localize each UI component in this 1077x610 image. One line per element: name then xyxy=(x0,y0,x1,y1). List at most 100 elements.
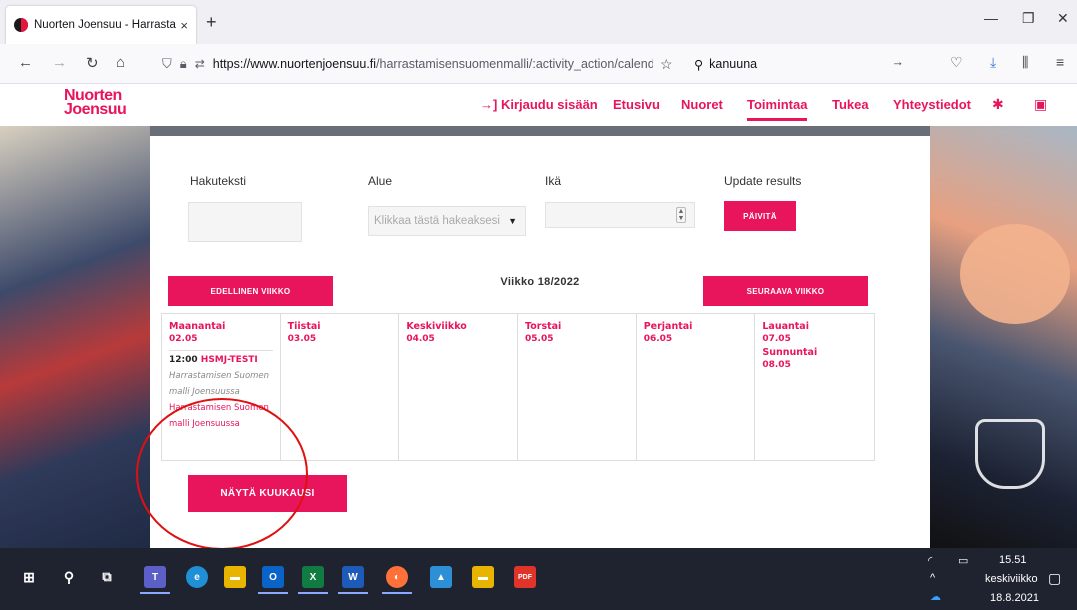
running-indicator xyxy=(258,592,288,594)
notifications-icon[interactable]: ▢ xyxy=(1048,570,1061,587)
clock-day[interactable]: keskiviikko xyxy=(985,573,1038,585)
login-link[interactable]: →] Kirjaudu sisään xyxy=(480,97,598,112)
lock-icon[interactable]: 🔒︎ xyxy=(180,56,187,72)
address-bar[interactable]: ⛉ 🔒︎ ⇄ https://www.nuortenjoensuu.fi/har… xyxy=(162,50,682,78)
site-header: Nuorten Joensuu →] Kirjaudu sisään Etusi… xyxy=(0,84,1077,126)
reload-icon[interactable]: ↻ xyxy=(86,54,99,72)
event-entry[interactable]: 12:00 HSMJ-TESTI xyxy=(169,350,273,366)
windows-taskbar: ⊞ ⚲ ⧉ T e ▬ O X W ◐ ▲ ▬ PDF ^ ◜ ▭ ☁ 15.5… xyxy=(0,548,1077,610)
folder-icon[interactable]: ▬ xyxy=(472,566,494,588)
running-indicator xyxy=(298,592,328,594)
onedrive-icon[interactable]: ☁ xyxy=(930,590,941,603)
window-close-icon[interactable]: ✕ xyxy=(1057,10,1069,27)
tab-close-icon[interactable]: × xyxy=(180,18,188,33)
day-name: Tiistai xyxy=(287,321,321,332)
battery-icon[interactable]: ▭ xyxy=(958,554,968,567)
pocket-icon[interactable]: ♡ xyxy=(950,54,963,71)
clock-date[interactable]: 18.8.2021 xyxy=(990,592,1039,604)
bookmark-star-icon[interactable]: ☆ xyxy=(660,56,673,73)
forward-icon[interactable]: → xyxy=(52,54,67,71)
nav-activities[interactable]: Toimintaa xyxy=(747,97,808,121)
show-month-button[interactable]: NÄYTÄ KUUKAUSI xyxy=(188,475,347,512)
clock-time[interactable]: 15.51 xyxy=(999,554,1027,566)
next-week-button[interactable]: SEURAAVA VIIKKO xyxy=(703,276,868,306)
excel-icon[interactable]: X xyxy=(302,566,324,588)
outlook-icon[interactable]: O xyxy=(262,566,284,588)
site-favicon-icon xyxy=(14,18,28,32)
library-icon[interactable]: ⫼ xyxy=(1022,54,1028,71)
nav-youth[interactable]: Nuoret xyxy=(681,97,723,112)
home-icon[interactable]: ⌂ xyxy=(116,54,125,71)
restore-icon[interactable]: ❐ xyxy=(1022,10,1035,27)
day-name: Torstai xyxy=(525,321,562,332)
browser-tab[interactable]: Nuorten Joensuu - Harrastamis × xyxy=(6,6,196,44)
running-indicator xyxy=(140,592,170,594)
day-name: Sunnuntai xyxy=(762,347,818,358)
new-tab-button[interactable]: + xyxy=(206,12,217,33)
tab-title: Nuorten Joensuu - Harrastamis xyxy=(34,19,176,31)
day-name: Lauantai xyxy=(762,321,809,332)
day-name: Perjantai xyxy=(643,321,693,332)
site-logo[interactable]: Nuorten Joensuu xyxy=(64,88,144,118)
previous-week-button[interactable]: EDELLINEN VIIKKO xyxy=(168,276,333,306)
teams-icon[interactable]: T xyxy=(144,566,166,588)
day-date: 05.05 xyxy=(525,334,554,344)
day-name: Keskiviikko xyxy=(406,321,467,332)
browser-toolbar: ← → ↻ ⌂ ⛉ 🔒︎ ⇄ https://www.nuortenjoensu… xyxy=(0,44,1077,84)
day-column: Keskiviikko 04.05 xyxy=(399,314,519,460)
chevron-up-icon[interactable]: ^ xyxy=(930,572,935,584)
minimize-icon[interactable]: — xyxy=(984,10,998,26)
wifi-icon[interactable]: ◜ xyxy=(928,554,932,567)
url-text: https://www.nuortenjoensuu.fi/harrastami… xyxy=(212,57,653,71)
week-calendar: Maanantai 02.05 12:00 HSMJ-TESTI Harrast… xyxy=(161,313,875,461)
day-date: 02.05 xyxy=(169,334,198,344)
update-button[interactable]: PÄIVITÄ xyxy=(724,201,796,231)
day-date: 07.05 xyxy=(762,334,791,344)
running-indicator xyxy=(338,592,368,594)
search-field[interactable]: ⚲ kanuuna → xyxy=(694,50,910,78)
illustration-cat xyxy=(975,419,1045,489)
browser-tab-strip: Nuorten Joensuu - Harrastamis × + — ❐ ✕ xyxy=(0,0,1077,44)
day-column: Perjantai 06.05 xyxy=(637,314,756,460)
pdf-icon[interactable]: PDF xyxy=(514,566,536,588)
search-icon: ⚲ xyxy=(694,57,704,72)
back-icon[interactable]: ← xyxy=(18,54,33,71)
event-category-link[interactable]: Harrastamisen Suomen malli Joensuussa xyxy=(169,400,273,432)
nav-support[interactable]: Tukea xyxy=(832,97,869,112)
search-icon[interactable]: ⚲ xyxy=(58,566,80,588)
firefox-icon[interactable]: ◐ xyxy=(386,566,408,588)
search-value: kanuuna xyxy=(709,57,758,71)
webpage: Nuorten Joensuu →] Kirjaudu sisään Etusi… xyxy=(0,84,1077,548)
download-icon[interactable]: ⤓ xyxy=(990,54,996,71)
word-icon[interactable]: W xyxy=(342,566,364,588)
search-text-label: Hakuteksti xyxy=(190,174,247,188)
illustration-face xyxy=(960,224,1070,324)
photos-icon[interactable]: ▲ xyxy=(430,566,452,588)
settings-gear-icon[interactable]: ✱ xyxy=(992,96,1004,113)
edge-icon[interactable]: e xyxy=(186,566,208,588)
file-explorer-icon[interactable]: ▬ xyxy=(224,566,246,588)
task-view-icon[interactable]: ⧉ xyxy=(96,566,118,588)
day-column: Lauantai 07.05 Sunnuntai 08.05 xyxy=(755,314,874,460)
permissions-icon[interactable]: ⇄ xyxy=(195,57,205,71)
id-card-icon[interactable]: ▣ xyxy=(1034,96,1047,113)
search-text-input[interactable] xyxy=(188,202,302,242)
age-input[interactable]: ▲ ▼ xyxy=(545,202,695,228)
nav-contact[interactable]: Yhteystiedot xyxy=(893,97,971,112)
windows-start-icon[interactable]: ⊞ xyxy=(18,566,40,588)
day-date: 04.05 xyxy=(406,334,435,344)
update-results-label: Update results xyxy=(724,174,802,188)
background-illustration-left xyxy=(0,126,150,548)
stepper-icon[interactable]: ▲ ▼ xyxy=(676,207,686,223)
day-column: Torstai 05.05 xyxy=(518,314,637,460)
calendar-panel: Hakuteksti Alue Klikkaa tästä hakeaksesi… xyxy=(150,136,930,548)
day-date: 08.05 xyxy=(762,360,791,370)
nav-home[interactable]: Etusivu xyxy=(613,97,660,112)
area-label: Alue xyxy=(368,174,393,188)
menu-icon[interactable]: ≡ xyxy=(1056,54,1064,70)
area-select[interactable]: Klikkaa tästä hakeaksesi ▼ xyxy=(368,206,526,236)
day-date: 06.05 xyxy=(643,334,673,344)
search-go-icon[interactable]: → xyxy=(892,55,905,69)
shield-icon[interactable]: ⛉ xyxy=(162,56,172,72)
background-strip xyxy=(150,126,930,136)
